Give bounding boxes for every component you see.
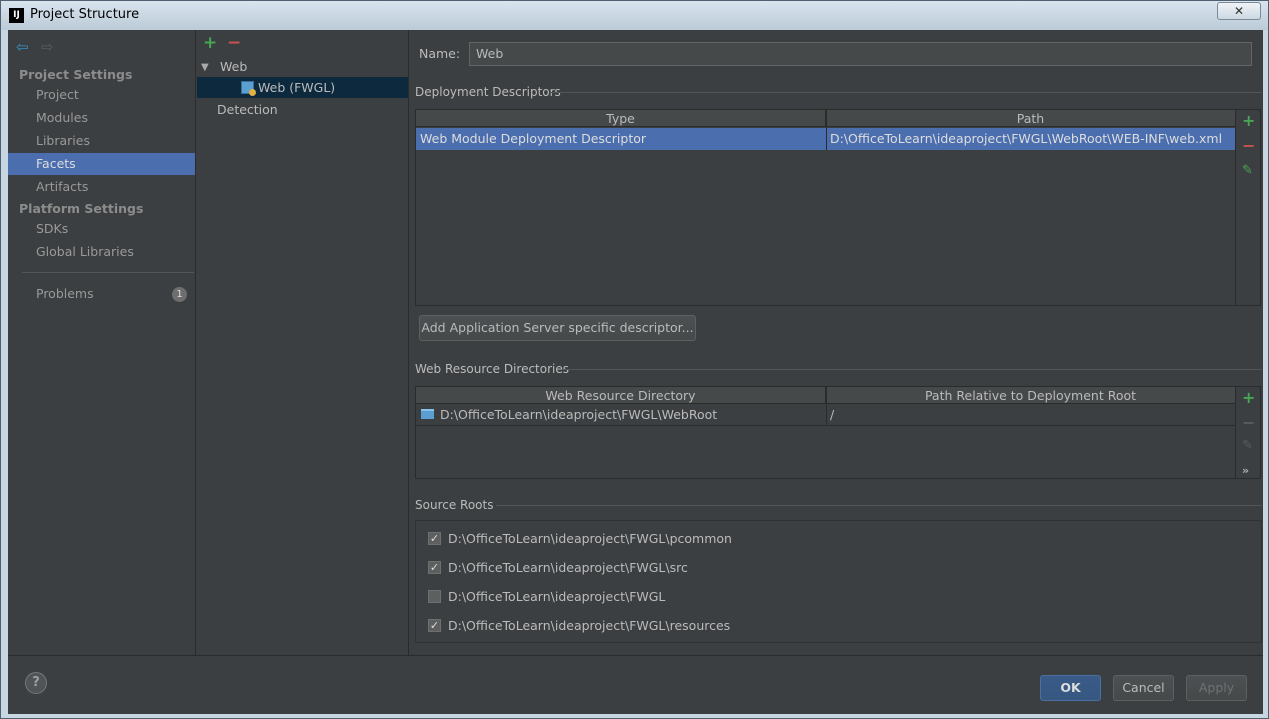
more-icon[interactable]: »: [1242, 464, 1249, 477]
resource-directory-cell: D:\OfficeToLearn\ideaproject\FWGL\WebRoo…: [440, 407, 718, 422]
close-button[interactable]: ✕: [1217, 2, 1261, 20]
help-icon[interactable]: ?: [25, 672, 47, 694]
add-server-descriptor-button[interactable]: Add Application Server specific descript…: [419, 315, 696, 341]
descriptor-toolbar: + − ✎: [1235, 110, 1261, 305]
resource-toolbar: + − ✎ »: [1235, 387, 1261, 478]
nav-item-problems[interactable]: Problems 1: [8, 283, 195, 305]
remove-resource-icon[interactable]: −: [1242, 413, 1255, 432]
tree-node-web-fwgl[interactable]: Web (FWGL): [197, 77, 408, 98]
name-label: Name:: [419, 46, 461, 61]
tree-node-label: Web (FWGL): [258, 80, 336, 95]
cancel-button[interactable]: Cancel: [1113, 675, 1174, 701]
add-facet-icon[interactable]: +: [203, 33, 217, 53]
remove-facet-icon[interactable]: −: [227, 33, 241, 53]
descriptor-path-cell: D:\OfficeToLearn\ideaproject\FWGL\WebRoo…: [830, 131, 1223, 146]
source-root-path: D:\OfficeToLearn\ideaproject\FWGL\src: [448, 560, 688, 575]
add-descriptor-icon[interactable]: +: [1242, 111, 1255, 130]
nav-item-artifacts[interactable]: Artifacts: [8, 176, 195, 198]
source-roots-title: Source Roots: [415, 498, 494, 512]
column-header-path[interactable]: Path: [826, 110, 1235, 127]
platform-settings-heading: Platform Settings: [19, 201, 144, 216]
tree-node-web[interactable]: Web: [220, 56, 247, 77]
edit-pencil-icon[interactable]: ✎: [1242, 438, 1253, 453]
column-header-relative-path[interactable]: Path Relative to Deployment Root: [826, 387, 1235, 404]
column-header-type[interactable]: Type: [416, 110, 826, 127]
relative-path-cell: /: [830, 407, 835, 422]
apply-button[interactable]: Apply: [1186, 675, 1247, 701]
remove-descriptor-icon[interactable]: −: [1242, 136, 1255, 155]
column-header-directory[interactable]: Web Resource Directory: [416, 387, 826, 404]
checkbox-checked[interactable]: ✓: [428, 619, 441, 632]
web-resource-directories-title: Web Resource Directories: [415, 362, 569, 376]
nav-item-global-libraries[interactable]: Global Libraries: [8, 241, 195, 263]
settings-nav: ⇦ ⇨ Project Settings Project Modules Lib…: [8, 30, 196, 655]
checkbox-unchecked[interactable]: [428, 590, 441, 603]
column-divider: [826, 387, 827, 426]
ok-button[interactable]: OK: [1040, 675, 1101, 701]
group-divider: [550, 92, 1262, 93]
nav-item-sdks[interactable]: SDKs: [8, 218, 195, 240]
back-arrow-icon[interactable]: ⇦: [16, 38, 29, 56]
edit-pencil-icon[interactable]: ✎: [1242, 163, 1253, 178]
title-bar: IJ Project Structure ✕: [1, 1, 1268, 30]
web-facet-icon: [241, 81, 256, 96]
folder-icon: [421, 409, 434, 419]
forward-arrow-icon[interactable]: ⇨: [41, 38, 54, 56]
problems-count-badge: 1: [172, 287, 187, 302]
nav-item-modules[interactable]: Modules: [8, 107, 195, 129]
source-root-path: D:\OfficeToLearn\ideaproject\FWGL\resour…: [448, 618, 731, 633]
column-divider: [826, 110, 827, 150]
facet-editor: Name: Web Deployment Descriptors Type Pa…: [410, 30, 1263, 655]
tree-node-detection[interactable]: Detection: [217, 99, 278, 120]
source-roots-list: ✓ D:\OfficeToLearn\ideaproject\FWGL\pcom…: [415, 520, 1262, 643]
nav-item-project[interactable]: Project: [8, 84, 195, 106]
nav-item-libraries[interactable]: Libraries: [8, 130, 195, 152]
descriptor-type-cell: Web Module Deployment Descriptor: [420, 131, 647, 146]
dialog-client: ⇦ ⇨ Project Settings Project Modules Lib…: [8, 30, 1263, 714]
dialog-window: IJ Project Structure ✕ ⇦ ⇨ Project Setti…: [0, 0, 1269, 719]
checkbox-checked[interactable]: ✓: [428, 532, 441, 545]
nav-item-facets[interactable]: Facets: [8, 153, 195, 175]
deployment-descriptors-table: Type Path Web Module Deployment Descript…: [415, 109, 1261, 306]
checkbox-checked[interactable]: ✓: [428, 561, 441, 574]
add-resource-icon[interactable]: +: [1242, 388, 1255, 407]
expand-caret-icon[interactable]: ▼: [201, 62, 209, 73]
project-settings-heading: Project Settings: [19, 67, 133, 82]
window-title: Project Structure: [30, 7, 140, 22]
source-root-path: D:\OfficeToLearn\ideaproject\FWGL\pcommo…: [448, 531, 732, 546]
name-field[interactable]: Web: [469, 42, 1252, 66]
nav-separator: [22, 272, 194, 273]
group-divider: [496, 505, 1262, 506]
dialog-footer: ? OK Cancel Apply: [8, 655, 1263, 714]
intellij-app-icon: IJ: [9, 8, 24, 23]
web-resource-table: Web Resource Directory Path Relative to …: [415, 386, 1261, 479]
source-root-path: D:\OfficeToLearn\ideaproject\FWGL: [448, 589, 666, 604]
group-divider: [562, 369, 1262, 370]
problems-label: Problems: [36, 286, 94, 301]
facets-tree-panel: + − ▼ Web Web (FWGL) Detection: [197, 30, 409, 655]
deployment-descriptors-title: Deployment Descriptors: [415, 85, 561, 99]
